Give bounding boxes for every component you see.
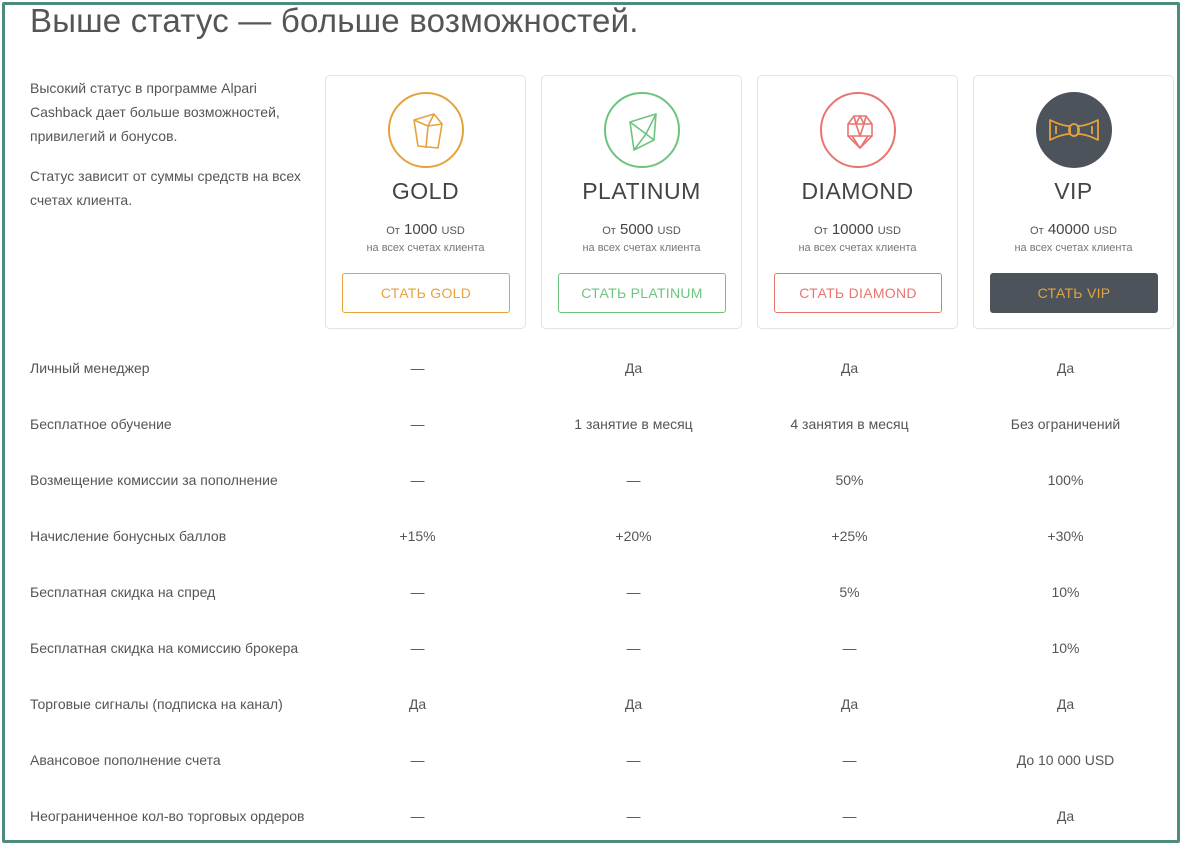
cell-platinum: Да — [624, 696, 643, 712]
table-row: Торговые сигналы (подписка на канал) Да … — [0, 676, 1186, 732]
cell-vip: 100% — [1047, 472, 1084, 488]
cell-gold: — — [410, 416, 425, 432]
cell-gold: — — [410, 640, 425, 656]
become-diamond-button[interactable]: СТАТЬ DIAMOND — [774, 273, 942, 313]
table-row: Авансовое пополнение счета — — — До 10 0… — [0, 732, 1186, 788]
intro-text: Высокий статус в программе Alpari Cashba… — [30, 76, 305, 228]
table-row: Бесплатная скидка на комиссию брокера — … — [0, 620, 1186, 676]
table-row: Бесплатная скидка на спред — — 5% 10% — [0, 564, 1186, 620]
tier-subtitle: на всех счетах клиента — [1014, 242, 1133, 254]
become-gold-button[interactable]: СТАТЬ GOLD — [342, 273, 510, 313]
feature-label: Начисление бонусных баллов — [30, 528, 227, 544]
diamond-icon — [820, 92, 896, 168]
cell-diamond: — — [842, 752, 857, 768]
cell-diamond: — — [842, 808, 857, 824]
cell-platinum: 1 занятие в месяц — [574, 416, 693, 432]
cell-vip: Да — [1056, 360, 1075, 376]
tier-threshold: От 5000 USD — [602, 221, 681, 238]
intro-paragraph-1: Высокий статус в программе Alpari Cashba… — [30, 80, 280, 144]
tier-name: VIP — [1054, 178, 1093, 204]
feature-label: Неограниченное кол-во торговых ордеров — [30, 808, 305, 824]
table-row: Неограниченное кол-во торговых ордеров —… — [0, 788, 1186, 844]
bow-tie-icon — [1036, 92, 1112, 168]
feature-label: Возмещение комиссии за пополнение — [30, 472, 278, 488]
become-platinum-button[interactable]: СТАТЬ PLATINUM — [558, 273, 726, 313]
tier-name: DIAMOND — [801, 178, 914, 204]
cell-platinum: — — [626, 808, 641, 824]
become-vip-button[interactable]: СТАТЬ VIP — [990, 273, 1158, 313]
cell-diamond: — — [842, 640, 857, 656]
feature-label: Авансовое пополнение счета — [30, 752, 221, 768]
cell-platinum: Да — [624, 360, 643, 376]
tier-threshold: От 1000 USD — [386, 221, 465, 238]
tier-subtitle: на всех счетах клиента — [582, 242, 701, 254]
tier-name: PLATINUM — [582, 178, 701, 204]
tier-card-vip: VIP От 40000 USD на всех счетах клиента … — [973, 75, 1174, 329]
cell-diamond: Да — [840, 696, 859, 712]
feature-label: Бесплатное обучение — [30, 416, 172, 432]
cell-vip: Да — [1056, 808, 1075, 824]
cell-gold: — — [410, 360, 425, 376]
cell-diamond: +25% — [831, 528, 868, 544]
table-row: Бесплатное обучение — 1 занятие в месяц … — [0, 396, 1186, 452]
cell-vip: 10% — [1051, 584, 1080, 600]
tier-card-platinum: PLATINUM От 5000 USD на всех счетах клие… — [541, 75, 742, 329]
cell-platinum: +20% — [615, 528, 652, 544]
cell-platinum: — — [626, 584, 641, 600]
tier-threshold: От 40000 USD — [1030, 221, 1117, 238]
cell-gold: — — [410, 808, 425, 824]
feature-label: Личный менеджер — [30, 360, 150, 376]
platinum-gem-icon — [604, 92, 680, 168]
cell-vip: До 10 000 USD — [1016, 752, 1115, 768]
cell-vip: Да — [1056, 696, 1075, 712]
cell-gold: — — [410, 584, 425, 600]
table-row: Личный менеджер — Да Да Да — [0, 340, 1186, 396]
feature-label: Торговые сигналы (подписка на канал) — [30, 696, 283, 712]
feature-label: Бесплатная скидка на комиссию брокера — [30, 640, 299, 656]
feature-label: Бесплатная скидка на спред — [30, 584, 216, 600]
intro-paragraph-2: Статус зависит от суммы средств на всех … — [30, 168, 301, 208]
table-row: Возмещение комиссии за пополнение — — 50… — [0, 452, 1186, 508]
tier-subtitle: на всех счетах клиента — [366, 242, 485, 254]
cell-diamond: Да — [840, 360, 859, 376]
cell-gold: Да — [408, 696, 427, 712]
cell-gold: — — [410, 472, 425, 488]
cell-platinum: — — [626, 472, 641, 488]
cell-diamond: 5% — [839, 584, 860, 600]
gold-crystal-icon — [388, 92, 464, 168]
cell-platinum: — — [626, 640, 641, 656]
cell-platinum: — — [626, 752, 641, 768]
cell-vip: +30% — [1047, 528, 1084, 544]
tier-threshold: От 10000 USD — [814, 221, 901, 238]
tier-card-diamond: DIAMOND От 10000 USD на всех счетах клие… — [757, 75, 958, 329]
cell-gold: — — [410, 752, 425, 768]
page-title: Выше статус — больше возможностей. — [30, 2, 639, 39]
cell-vip: Без ограничений — [1010, 416, 1121, 432]
cell-diamond: 50% — [835, 472, 864, 488]
cell-vip: 10% — [1051, 640, 1080, 656]
tier-subtitle: на всех счетах клиента — [798, 242, 917, 254]
tier-name: GOLD — [391, 178, 460, 204]
cell-diamond: 4 занятия в месяц — [790, 416, 909, 432]
tier-card-gold: GOLD От 1000 USD на всех счетах клиента … — [325, 75, 526, 329]
table-row: Начисление бонусных баллов +15% +20% +25… — [0, 508, 1186, 564]
cell-gold: +15% — [399, 528, 436, 544]
